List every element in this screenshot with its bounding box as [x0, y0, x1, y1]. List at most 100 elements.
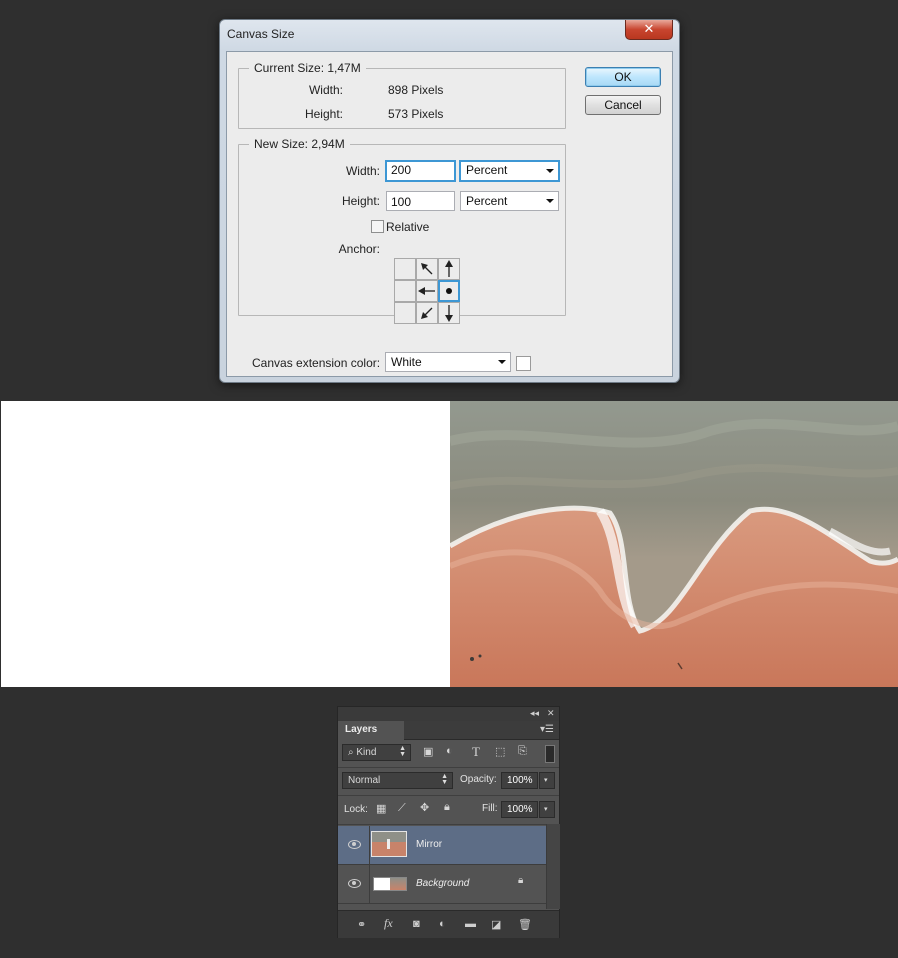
- current-size-legend: Current Size: 1,47M: [249, 61, 366, 75]
- layer-thumbnail-mirror: [371, 831, 407, 857]
- lock-label: Lock:: [344, 804, 368, 815]
- eye-icon[interactable]: [348, 879, 361, 888]
- new-height-label: Height:: [341, 194, 380, 208]
- layer-row-background[interactable]: Background 🔒︎: [338, 865, 546, 904]
- anchor-grid: [394, 258, 463, 327]
- panel-tab-bar: Layers ▾☰: [338, 721, 559, 740]
- anchor-top-center[interactable]: [416, 258, 438, 280]
- current-height-value: 573 Pixels: [388, 107, 444, 121]
- blend-mode-select[interactable]: Normal ▲ ▼: [342, 772, 453, 789]
- arrow-up-icon: [445, 260, 453, 277]
- blend-mode-value: Normal: [348, 775, 381, 786]
- smart-object-filter-icon[interactable]: ⎘: [518, 745, 527, 758]
- new-layer-icon[interactable]: ◪: [491, 918, 501, 931]
- extension-color-swatch[interactable]: [516, 356, 531, 371]
- current-width-value: 898 Pixels: [388, 83, 444, 97]
- relative-checkbox[interactable]: [371, 220, 384, 233]
- lock-all-icon[interactable]: 🔒︎: [444, 801, 450, 814]
- shape-filter-icon[interactable]: ⬚: [495, 745, 505, 758]
- panel-header: ◂◂ ✕: [338, 707, 559, 721]
- chevron-down-icon: [546, 169, 554, 173]
- width-unit-value: Percent: [466, 163, 508, 177]
- arrow-down-left-icon: [421, 307, 433, 319]
- folder-icon[interactable]: ▬: [465, 918, 476, 930]
- trash-icon[interactable]: 🗑︎: [518, 918, 532, 931]
- filter-row: ⌕ Kind ▲ ▼ ▣ ◐ T ⬚ ⎘: [338, 740, 559, 768]
- anchor-middle-left[interactable]: [394, 280, 416, 302]
- extension-color-label: Canvas extension color:: [252, 356, 381, 370]
- anchor-top-right[interactable]: [438, 258, 460, 280]
- filter-kind-select[interactable]: ⌕ Kind ▲ ▼: [342, 744, 411, 761]
- beach-photo: [450, 401, 898, 687]
- width-input[interactable]: 200: [385, 160, 456, 182]
- arrow-up-left-icon: [421, 263, 433, 275]
- height-unit-value: Percent: [466, 194, 508, 208]
- lock-icon: 🔒︎: [518, 875, 524, 886]
- new-width-label: Width:: [345, 164, 380, 178]
- anchor-dot-icon: [446, 288, 452, 294]
- arrow-left-icon: [418, 287, 435, 295]
- collapse-icon[interactable]: ◂◂: [530, 708, 539, 719]
- panel-menu-icon[interactable]: ▾☰: [540, 724, 554, 735]
- eye-icon[interactable]: [348, 840, 361, 849]
- current-height-label: Height:: [304, 107, 343, 121]
- canvas-size-dialog: Canvas Size ✕ Current Size: 1,47M Width:…: [219, 19, 680, 383]
- updown-icon: ▲ ▼: [399, 745, 406, 758]
- lock-transparent-icon[interactable]: ▦: [376, 802, 386, 815]
- adjustment-icon[interactable]: ◐: [439, 918, 446, 930]
- layer-row-mirror[interactable]: Mirror: [338, 826, 546, 865]
- link-icon[interactable]: ⚭: [357, 918, 366, 931]
- anchor-bottom-left[interactable]: [394, 302, 416, 324]
- chevron-down-icon: [498, 360, 506, 364]
- opacity-dropdown-icon[interactable]: ▾: [539, 772, 555, 789]
- cancel-button[interactable]: Cancel: [585, 95, 661, 115]
- separator: [369, 865, 370, 903]
- fx-icon[interactable]: fx: [384, 916, 393, 931]
- tab-layers[interactable]: Layers: [338, 721, 404, 740]
- fill-label: Fill:: [482, 803, 498, 814]
- dialog-title: Canvas Size: [227, 27, 295, 41]
- current-width-label: Width:: [308, 83, 343, 97]
- height-unit-select[interactable]: Percent: [460, 191, 559, 211]
- pixel-filter-icon[interactable]: ▣: [423, 745, 433, 758]
- layer-name-background: Background: [416, 878, 470, 889]
- ok-button[interactable]: OK: [585, 67, 661, 87]
- opacity-label: Opacity:: [460, 774, 497, 785]
- lock-position-move-icon[interactable]: ✥: [420, 801, 429, 814]
- lock-pixels-brush-icon[interactable]: ⟋: [398, 802, 406, 815]
- anchor-top-left[interactable]: [394, 258, 416, 280]
- layer-name-mirror: Mirror: [416, 839, 443, 850]
- anchor-bottom-right[interactable]: [438, 302, 460, 324]
- mask-icon[interactable]: ◙: [413, 918, 420, 930]
- opacity-input[interactable]: 100%: [501, 772, 538, 789]
- close-button[interactable]: ✕: [625, 20, 673, 40]
- filter-toggle[interactable]: [545, 745, 555, 763]
- lock-row: Lock: ▦ ⟋ ✥ 🔒︎ Fill: 100% ▾: [338, 796, 559, 825]
- anchor-label: Anchor:: [338, 242, 380, 256]
- canvas-preview: [1, 401, 898, 687]
- close-icon[interactable]: ✕: [547, 708, 555, 719]
- blend-row: Normal ▲ ▼ Opacity: 100% ▾: [338, 768, 559, 796]
- chevron-down-icon: [546, 199, 554, 203]
- dialog-body: Current Size: 1,47M Width: 898 Pixels He…: [226, 51, 673, 377]
- layers-panel: ◂◂ ✕ Layers ▾☰ ⌕ Kind ▲ ▼ ▣ ◐ T ⬚ ⎘ Norma…: [337, 706, 560, 938]
- type-filter-icon[interactable]: T: [472, 744, 480, 760]
- new-size-legend: New Size: 2,94M: [249, 137, 350, 151]
- relative-label: Relative: [386, 220, 430, 234]
- height-input[interactable]: 100: [386, 191, 455, 211]
- layer-thumbnail-background: [373, 877, 407, 891]
- extension-color-select[interactable]: White: [385, 352, 511, 372]
- layers-scrollbar[interactable]: [546, 824, 560, 909]
- separator: [369, 826, 370, 864]
- anchor-middle-center[interactable]: [416, 280, 438, 302]
- beach-aerial-image: [450, 401, 898, 687]
- anchor-bottom-center[interactable]: [416, 302, 438, 324]
- anchor-middle-right-selected[interactable]: [438, 280, 460, 302]
- width-unit-select[interactable]: Percent: [459, 160, 560, 182]
- filter-kind-value: Kind: [356, 747, 377, 758]
- canvas-extension-area: [1, 401, 450, 687]
- adjustment-filter-icon[interactable]: ◐: [446, 745, 453, 757]
- fill-input[interactable]: 100%: [501, 801, 538, 818]
- extension-color-value: White: [391, 355, 422, 369]
- fill-dropdown-icon[interactable]: ▾: [539, 801, 555, 818]
